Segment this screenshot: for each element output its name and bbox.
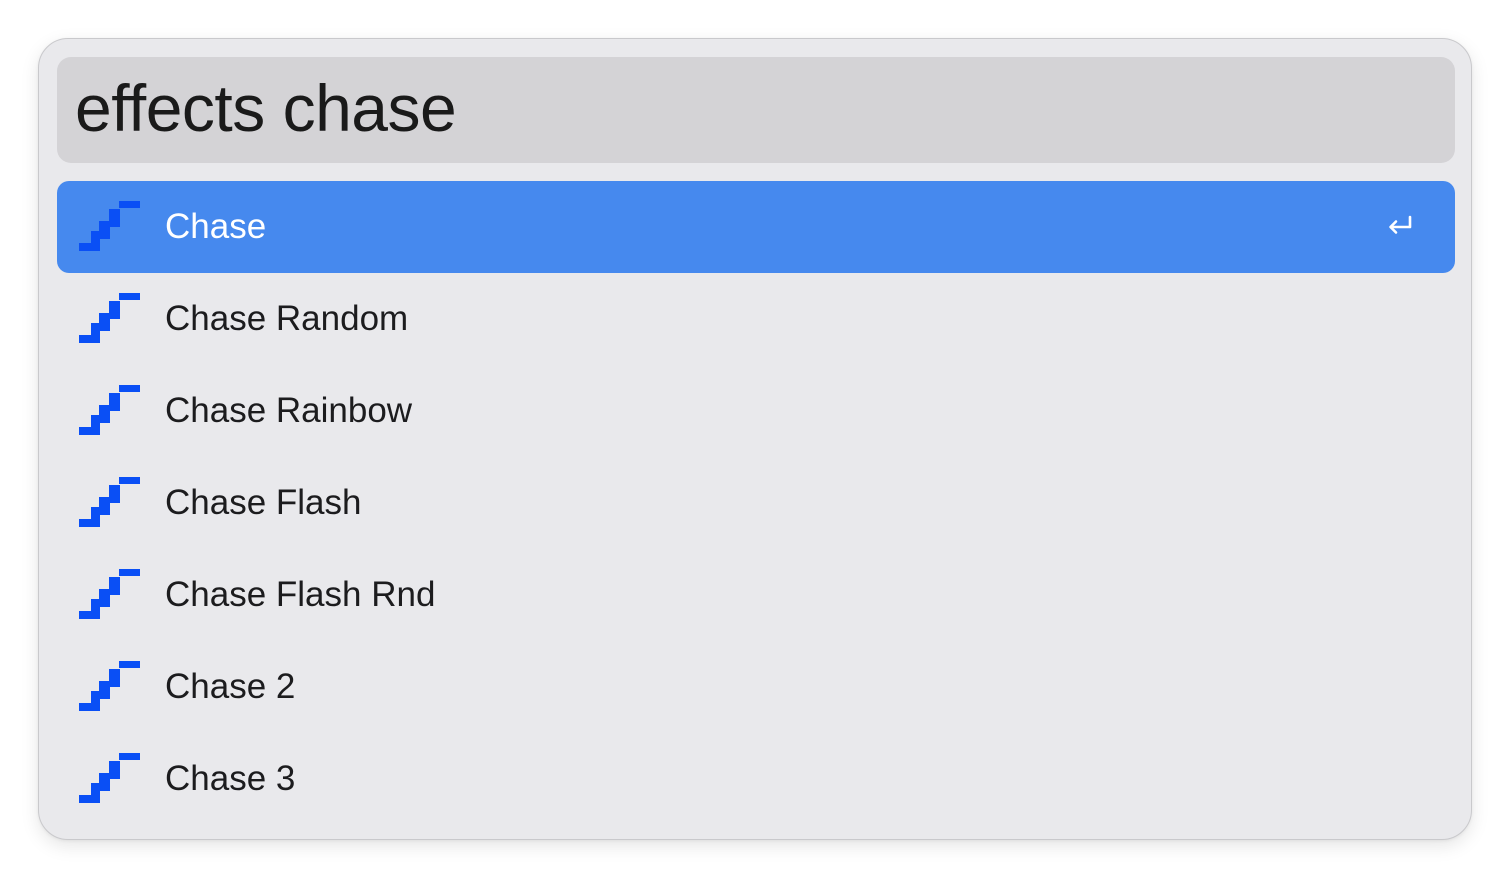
search-input[interactable]	[75, 55, 1455, 165]
chase-effect-icon	[79, 385, 140, 435]
chase-effect-icon	[79, 201, 140, 251]
result-label: Chase Flash	[165, 483, 362, 522]
result-label: Chase Random	[165, 299, 409, 338]
chase-effect-icon	[79, 569, 140, 619]
result-label: Chase Flash Rnd	[165, 575, 436, 614]
result-item-chase-3[interactable]: Chase 3	[57, 733, 1455, 825]
result-item-chase-flash-rnd[interactable]: Chase Flash Rnd	[57, 549, 1455, 641]
result-item-chase-random[interactable]: Chase Random	[57, 273, 1455, 365]
result-label: Chase 2	[165, 667, 296, 706]
results-list: Chase Chase Random Chase Rainbow Chase F…	[57, 181, 1455, 825]
launcher-window: Chase Chase Random	[38, 38, 1472, 840]
result-label: Chase	[165, 207, 267, 246]
result-item-chase-flash[interactable]: Chase Flash	[57, 457, 1455, 549]
chase-effect-icon	[79, 477, 140, 527]
chase-effect-icon	[79, 661, 140, 711]
return-key-icon	[1389, 215, 1412, 234]
result-label: Chase 3	[165, 759, 296, 798]
chase-effect-icon	[79, 293, 140, 343]
result-item-chase-2[interactable]: Chase 2	[57, 641, 1455, 733]
result-item-chase[interactable]: Chase	[57, 181, 1455, 273]
search-field[interactable]	[57, 55, 1455, 165]
result-item-chase-rainbow[interactable]: Chase Rainbow	[57, 365, 1455, 457]
result-label: Chase Rainbow	[165, 391, 413, 430]
chase-effect-icon	[79, 753, 140, 803]
